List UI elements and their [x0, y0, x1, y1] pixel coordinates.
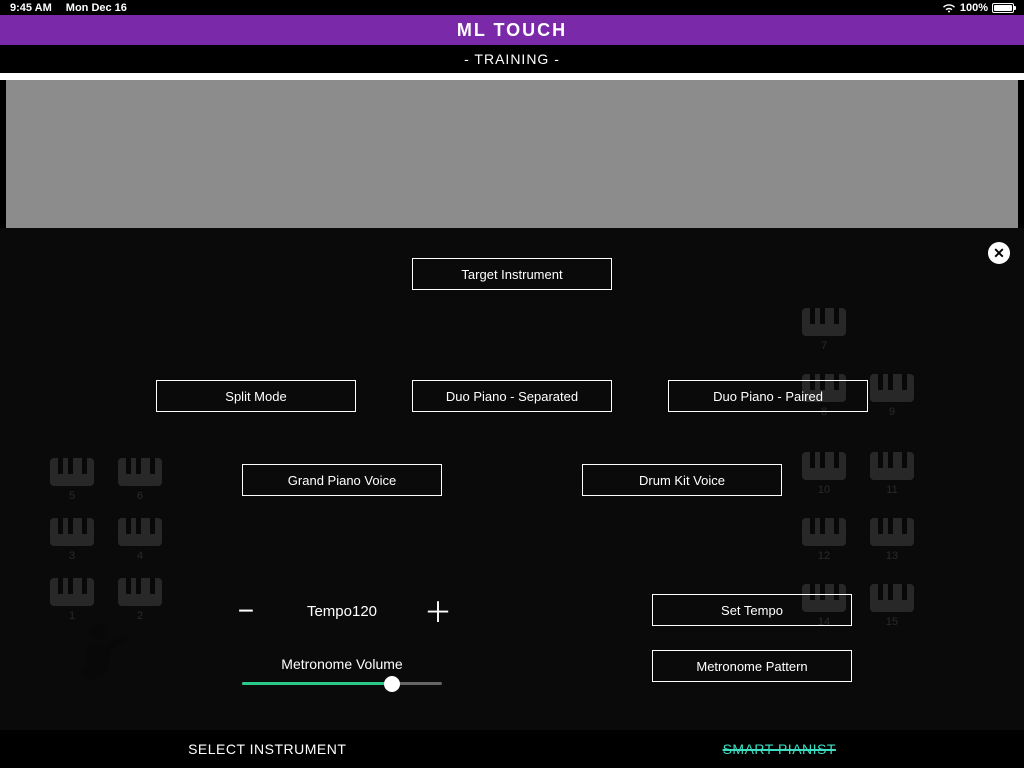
tempo-label: Tempo: [307, 603, 352, 620]
status-time: 9:45 AM: [10, 2, 52, 14]
grand-piano-voice-button[interactable]: Grand Piano Voice: [242, 464, 442, 496]
bottom-nav: SELECT INSTRUMENT SMART PIANIST: [0, 730, 1024, 768]
tempo-minus-button[interactable]: −: [229, 594, 263, 628]
tile-label: 13: [866, 550, 918, 562]
metronome-volume-label: Metronome Volume: [172, 656, 512, 672]
subtitle: - TRAINING -: [464, 51, 560, 67]
duo-piano-separated-button[interactable]: Duo Piano - Separated: [412, 380, 612, 412]
set-tempo-button[interactable]: Set Tempo: [652, 594, 852, 626]
wifi-icon: [942, 3, 956, 13]
tempo-metronome-area: − Tempo120 ＋ Metronome Volume Set Tempo …: [0, 594, 1024, 685]
drum-kit-voice-button[interactable]: Drum Kit Voice: [582, 464, 782, 496]
battery-percent: 100%: [960, 2, 988, 14]
battery-icon: [992, 3, 1014, 13]
tile-label: 3: [46, 550, 98, 562]
status-bar: 9:45 AM Mon Dec 16 100%: [0, 0, 1024, 15]
white-strip: [0, 73, 1024, 80]
subtitle-bar: - TRAINING -: [0, 45, 1024, 73]
slider-fill: [242, 682, 392, 685]
slider-thumb[interactable]: [384, 676, 400, 692]
nav-smart-pianist[interactable]: SMART PIANIST: [723, 741, 836, 757]
tile-label: 12: [798, 550, 850, 562]
instrument-tile[interactable]: 4: [114, 518, 166, 562]
tile-label: 4: [114, 550, 166, 562]
metronome-volume-slider[interactable]: [242, 682, 442, 685]
duo-piano-paired-button[interactable]: Duo Piano - Paired: [668, 380, 868, 412]
instrument-tile[interactable]: 13: [866, 518, 918, 562]
app-title: ML TOUCH: [457, 20, 567, 41]
status-date: Mon Dec 16: [66, 2, 127, 14]
instrument-tile[interactable]: 3: [46, 518, 98, 562]
nav-select-instrument[interactable]: SELECT INSTRUMENT: [188, 741, 346, 757]
tempo-display: Tempo120: [307, 603, 377, 620]
metronome-pattern-button[interactable]: Metronome Pattern: [652, 650, 852, 682]
tempo-value: 120: [352, 603, 377, 620]
canvas-area: [6, 80, 1018, 228]
split-mode-button[interactable]: Split Mode: [156, 380, 356, 412]
app-title-bar: ML TOUCH: [0, 15, 1024, 45]
tempo-plus-button[interactable]: ＋: [421, 594, 455, 628]
instrument-tile[interactable]: 12: [798, 518, 850, 562]
settings-overlay: ✕ 7 8 9 10 11 12 13 14 15 5 6 3 4 1 2 Ta…: [0, 228, 1024, 730]
target-instrument-button[interactable]: Target Instrument: [412, 258, 612, 290]
minus-icon: −: [238, 595, 254, 627]
plus-icon: ＋: [424, 591, 452, 631]
instrument-tile[interactable]: 7: [798, 308, 850, 352]
tile-label: 7: [798, 340, 850, 352]
